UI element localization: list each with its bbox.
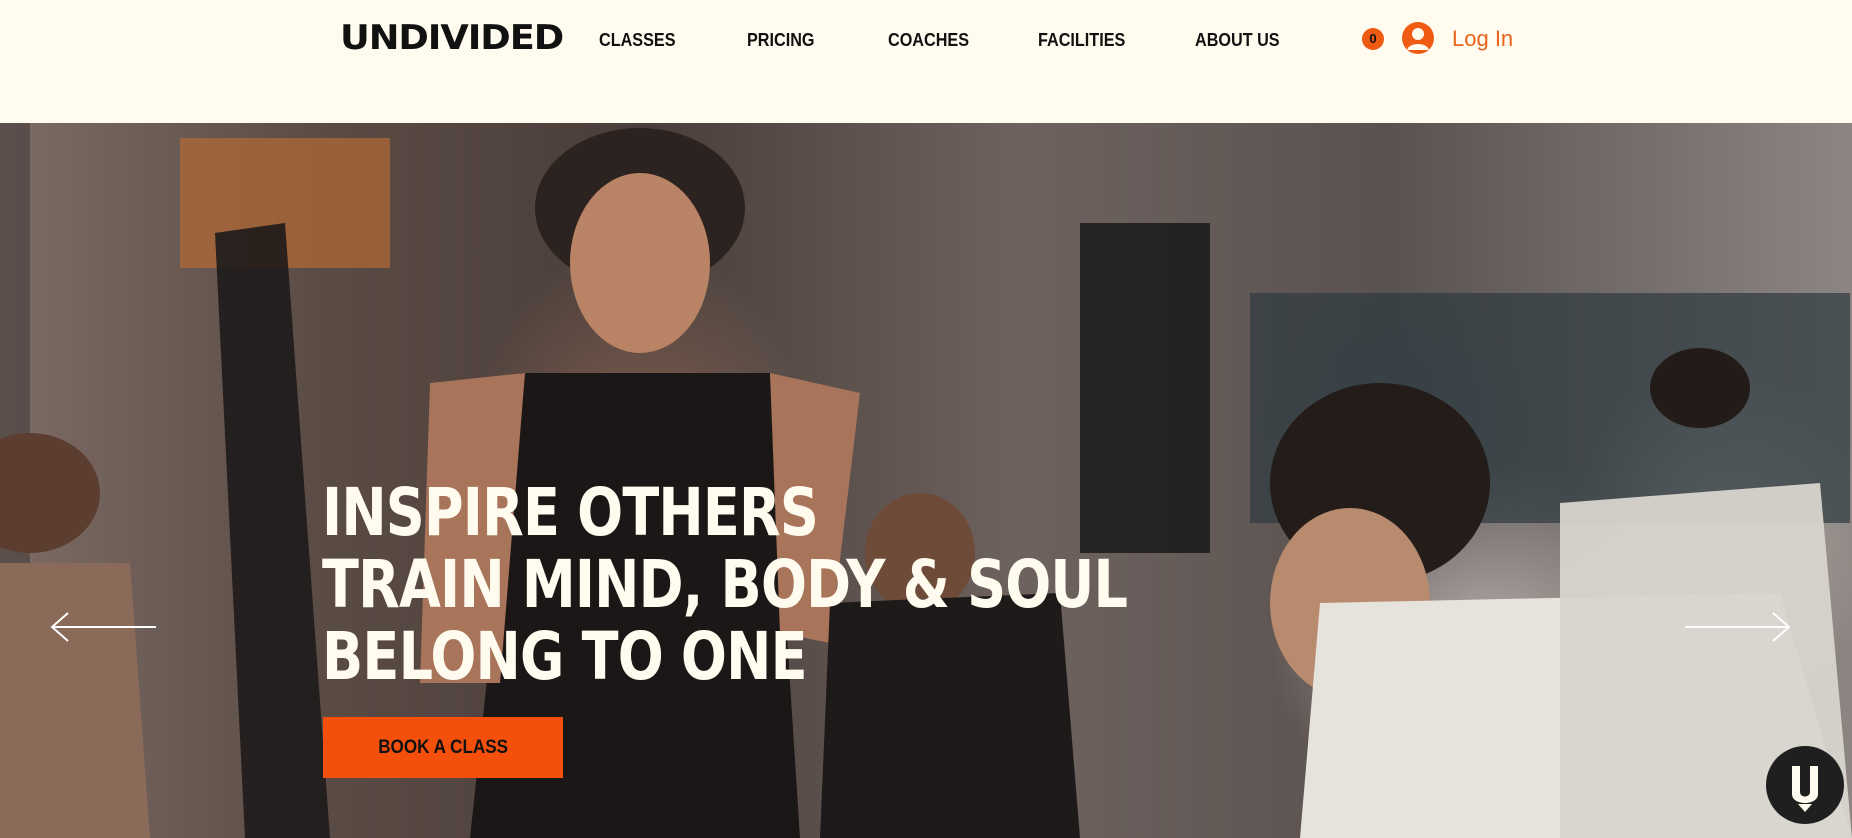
headline-line-2: TRAIN MIND, BODY & SOUL	[322, 546, 1128, 623]
nav-item-about-us[interactable]: ABOUT US	[1195, 28, 1280, 52]
hero-slider: INSPIRE OTHERS TRAIN MIND, BODY & SOUL B…	[0, 123, 1852, 838]
nav-item-pricing[interactable]: PRICING	[747, 28, 815, 52]
book-a-class-label: BOOK A CLASS	[378, 737, 508, 758]
cart-count-badge[interactable]: 0	[1362, 28, 1384, 50]
user-avatar-icon[interactable]	[1402, 22, 1434, 54]
arrow-left-icon[interactable]	[50, 611, 158, 648]
chat-widget-icon[interactable]	[1766, 746, 1844, 824]
logo[interactable]: UNDIVIDED	[340, 18, 564, 58]
nav-item-classes[interactable]: CLASSES	[599, 28, 676, 52]
arrow-right-icon[interactable]	[1683, 611, 1791, 648]
headline-line-1: INSPIRE OTHERS	[322, 474, 819, 551]
nav-item-coaches[interactable]: COACHES	[888, 28, 969, 52]
hero-headline: INSPIRE OTHERS TRAIN MIND, BODY & SOUL B…	[322, 474, 1128, 695]
book-a-class-button[interactable]: BOOK A CLASS	[323, 717, 563, 778]
headline-line-3: BELONG TO ONE	[322, 618, 808, 695]
nav-item-facilities[interactable]: FACILITIES	[1038, 28, 1125, 52]
site-header: UNDIVIDED CLASSES PRICING COACHES FACILI…	[0, 0, 1852, 123]
login-link[interactable]: Log In	[1452, 25, 1513, 53]
